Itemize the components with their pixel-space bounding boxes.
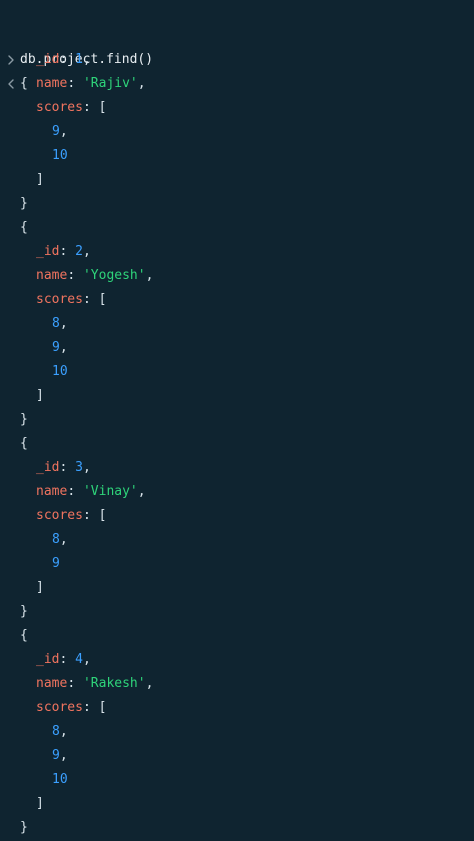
scores-open-bracket: : [ — [82, 508, 107, 523]
id-colon: : — [59, 52, 76, 67]
score-value: 8 — [52, 316, 60, 331]
score-value: 8 — [52, 532, 60, 547]
id-comma: , — [82, 52, 91, 67]
scores-open-bracket: : [ — [82, 100, 107, 115]
scores-open-bracket: : [ — [82, 700, 107, 715]
score-item: 10 — [52, 768, 68, 792]
score-item: 8, — [52, 528, 68, 552]
name-key: name — [36, 676, 68, 691]
score-comma: , — [59, 124, 68, 139]
score-item: 9, — [52, 744, 68, 768]
id-field: _id: 4, — [36, 648, 91, 672]
scores-key: scores — [36, 508, 83, 523]
id-value: 2 — [75, 244, 83, 259]
scores-field: scores: [ — [36, 696, 106, 720]
score-value: 10 — [52, 148, 68, 163]
score-item: 10 — [52, 144, 68, 168]
scores-close-bracket: ] — [36, 388, 44, 403]
name-key: name — [36, 268, 68, 283]
scores-field: scores: [ — [36, 288, 106, 312]
name-colon: : — [67, 268, 83, 283]
name-key: name — [36, 484, 68, 499]
id-value: 3 — [75, 460, 83, 475]
score-value: 9 — [52, 124, 60, 139]
id-key: _id — [36, 52, 60, 67]
name-value: 'Yogesh' — [82, 268, 146, 283]
id-value: 4 — [75, 652, 83, 667]
score-value: 9 — [52, 340, 60, 355]
score-value: 10 — [52, 364, 68, 379]
id-comma: , — [82, 460, 91, 475]
mongodb-shell-output: db.project.find() { _id: 1, name: 'Rajiv'… — [0, 0, 474, 841]
score-value: 9 — [52, 556, 60, 571]
id-field: _id: 2, — [36, 240, 91, 264]
id-comma: , — [82, 244, 91, 259]
score-item: 8, — [52, 720, 68, 744]
scores-key: scores — [36, 292, 83, 307]
scores-field: scores: [ — [36, 96, 106, 120]
score-comma: , — [59, 532, 68, 547]
name-comma: , — [137, 484, 146, 499]
name-colon: : — [67, 484, 83, 499]
id-comma: , — [82, 652, 91, 667]
id-value: 1 — [75, 52, 83, 67]
document-close-brace: } — [20, 820, 28, 835]
scores-close-bracket: ] — [36, 796, 44, 811]
id-colon: : — [59, 460, 76, 475]
name-comma: , — [145, 676, 154, 691]
score-item: 9, — [52, 120, 68, 144]
name-field: name: 'Yogesh', — [36, 264, 153, 288]
scores-open-bracket: : [ — [82, 292, 107, 307]
id-key: _id — [36, 460, 60, 475]
document-open-brace: { — [20, 76, 28, 91]
document-close-brace: } — [20, 604, 28, 619]
document-open-brace: { — [20, 628, 28, 643]
name-field: name: 'Rakesh', — [36, 672, 153, 696]
name-key: name — [36, 76, 68, 91]
document-close-brace: } — [20, 196, 28, 211]
id-colon: : — [59, 244, 76, 259]
name-comma: , — [145, 268, 154, 283]
name-field: name: 'Vinay', — [36, 480, 146, 504]
scores-close-bracket: ] — [36, 172, 44, 187]
score-item: 9, — [52, 336, 68, 360]
name-value: 'Vinay' — [82, 484, 138, 499]
score-comma: , — [59, 748, 68, 763]
id-field: _id: 1, — [36, 48, 91, 72]
scores-key: scores — [36, 700, 83, 715]
scores-close-bracket: ] — [36, 580, 44, 595]
output-start-line: { — [0, 24, 31, 91]
id-colon: : — [59, 652, 76, 667]
document-open-brace: { — [20, 220, 28, 235]
score-value: 10 — [52, 772, 68, 787]
score-comma: , — [59, 724, 68, 739]
score-comma: , — [59, 340, 68, 355]
command-line: db.project.find() — [0, 0, 153, 67]
scores-field: scores: [ — [36, 504, 106, 528]
name-field: name: 'Rajiv', — [36, 72, 146, 96]
id-key: _id — [36, 244, 60, 259]
name-colon: : — [67, 76, 83, 91]
score-item: 10 — [52, 360, 68, 384]
id-key: _id — [36, 652, 60, 667]
score-item: 8, — [52, 312, 68, 336]
id-field: _id: 3, — [36, 456, 91, 480]
document-close-brace: } — [20, 412, 28, 427]
chevron-left-icon — [6, 72, 16, 96]
name-value: 'Rakesh' — [82, 676, 146, 691]
scores-key: scores — [36, 100, 83, 115]
score-item: 9 — [52, 552, 60, 576]
score-value: 9 — [52, 748, 60, 763]
name-value: 'Rajiv' — [82, 76, 138, 91]
score-comma: , — [59, 316, 68, 331]
name-comma: , — [137, 76, 146, 91]
score-value: 8 — [52, 724, 60, 739]
document-open-brace: { — [20, 436, 28, 451]
name-colon: : — [67, 676, 83, 691]
